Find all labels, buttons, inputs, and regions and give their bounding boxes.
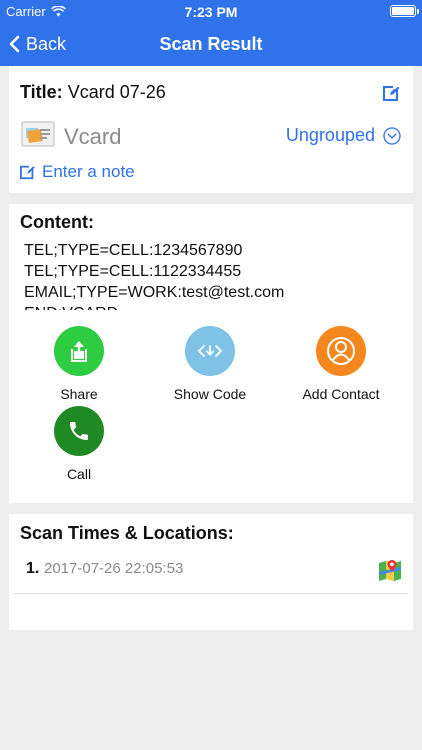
- code-icon: [197, 345, 223, 357]
- group-selector[interactable]: Ungrouped: [286, 125, 401, 146]
- content-card: Content: TEL;TYPE=CELL:1234567890 TEL;TY…: [9, 204, 413, 503]
- contact-icon: [327, 337, 355, 365]
- call-button[interactable]: Call: [24, 406, 134, 482]
- vcard-icon: [21, 121, 55, 147]
- show-code-button[interactable]: Show Code: [155, 326, 265, 402]
- call-label: Call: [66, 466, 92, 482]
- app-header: Carrier 7:23 PM Back Scan Result: [0, 0, 422, 66]
- scan-history-label: Scan Times & Locations:: [20, 523, 234, 543]
- scan-timestamp: 2017-07-26 22:05:53: [44, 560, 184, 577]
- map-icon[interactable]: [378, 558, 402, 582]
- scan-history-card: Scan Times & Locations: 1. 2017-07-26 22…: [9, 514, 413, 630]
- share-circle: [54, 326, 104, 376]
- status-time: 7:23 PM: [184, 4, 238, 20]
- content-text: TEL;TYPE=CELL:1234567890 TEL;TYPE=CELL:1…: [24, 242, 285, 310]
- status-bar: Carrier 7:23 PM: [0, 0, 422, 22]
- type-name: Vcard: [64, 124, 122, 149]
- add-contact-button[interactable]: Add Contact: [286, 326, 396, 402]
- group-label: Ungrouped: [285, 125, 375, 145]
- title-row: Title: Vcard 07-26: [20, 82, 166, 103]
- note-placeholder: Enter a note: [42, 162, 135, 181]
- add-contact-circle: [316, 326, 366, 376]
- title-value: Vcard 07-26: [67, 82, 166, 102]
- content-label: Content:: [20, 212, 94, 232]
- share-icon: [71, 341, 87, 362]
- note-field[interactable]: Enter a note: [20, 162, 135, 182]
- show-code-circle: [185, 326, 235, 376]
- show-code-label: Show Code: [173, 386, 247, 402]
- share-label: Share: [60, 386, 98, 402]
- chevron-down-icon: [383, 126, 401, 145]
- battery-icon: [390, 5, 419, 17]
- phone-icon: [70, 422, 88, 440]
- page-title: Scan Result: [159, 34, 263, 54]
- add-contact-label: Add Contact: [302, 386, 380, 402]
- call-circle: [54, 406, 104, 456]
- list-item: 1. 2017-07-26 22:05:53: [14, 552, 408, 594]
- share-button[interactable]: Share: [24, 326, 134, 402]
- nav-bar: Back Scan Result: [0, 22, 422, 66]
- edit-title-icon[interactable]: [383, 84, 401, 102]
- summary-card: Title: Vcard 07-26 Vcard Ungrouped Enter…: [9, 66, 413, 193]
- title-label: Title:: [20, 82, 63, 102]
- scan-index: 1.: [26, 560, 40, 577]
- edit-note-icon: [20, 164, 36, 180]
